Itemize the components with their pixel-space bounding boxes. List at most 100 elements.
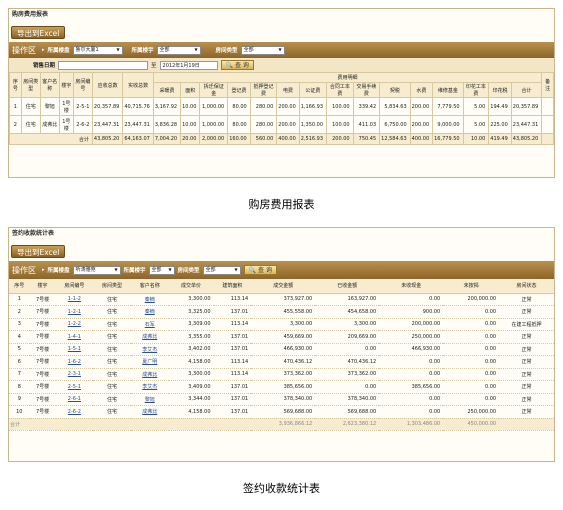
table-row: 9 7号楼 2-6-1 住宅 黎旭 3,344.00 137.01 378,340.00 378… — [9, 393, 554, 406]
building-select[interactable]: 全部 ▼ — [156, 45, 201, 55]
table-cell: 400.00 — [276, 133, 300, 145]
customer-link[interactable]: 秦楠 — [130, 293, 169, 306]
table-cell: 0.00 — [379, 355, 444, 369]
table-cell: 8 — [9, 380, 30, 394]
table-cell: 560.00 — [249, 133, 278, 145]
table-cell: 100.00 — [326, 97, 354, 116]
export-excel-button[interactable]: 导出到Excel — [11, 245, 66, 258]
customer-link[interactable]: 石军 — [130, 318, 169, 331]
operation-area-label: 操作区 — [12, 265, 36, 275]
room-number-link[interactable]: 1-1-2 — [55, 293, 94, 306]
col-header: 实收总数 — [122, 72, 154, 98]
table-cell: 3,836.28 — [152, 115, 182, 134]
table-cell: 1,166.93 — [298, 97, 328, 116]
table-cell: 113.14 — [213, 355, 252, 369]
table-cell: 正常 — [499, 293, 554, 306]
table-cell: 7号楼 — [29, 343, 56, 356]
table-cell: 466,930.00 — [251, 343, 316, 356]
customer-link[interactable]: 成弗比 — [130, 405, 169, 419]
date-to-input[interactable]: 2012年1月19日 — [159, 60, 218, 70]
room-number-link[interactable]: 2-3-1 — [55, 368, 94, 381]
table-cell: 1号楼 — [58, 97, 74, 116]
table-cell: 7 — [9, 368, 30, 381]
table-row: 10 7号楼 2-6-2 住宅 成弗比 4,158.00 137.01 569,688.00 5… — [9, 405, 554, 419]
customer-link[interactable]: 李艾杰 — [130, 343, 169, 356]
room-type-select[interactable]: 全部 ▼ — [202, 265, 241, 275]
room-number-link[interactable]: 2-6-1 — [55, 393, 94, 406]
table-cell: 3,309.00 — [168, 318, 214, 331]
table-cell: 113.14 — [213, 368, 252, 381]
table-cell: 200.00 — [276, 115, 300, 134]
table-cell: 43,805.20 — [91, 133, 124, 145]
col-header: 合同工本费 — [326, 82, 354, 98]
table-cell: 10.00 — [462, 133, 490, 145]
col-header: 未按揭 — [443, 279, 500, 294]
query-button[interactable]: 🔍 查 询 — [243, 265, 277, 275]
customer-link[interactable]: 黎旭 — [130, 393, 169, 406]
table-cell: 住宅 — [93, 405, 131, 419]
table-cell: 339.42 — [352, 97, 381, 116]
table-cell: 正常 — [499, 305, 554, 319]
table-cell: 2 — [9, 115, 22, 134]
arrow-icon: ▸ — [42, 267, 45, 273]
room-number-link[interactable]: 1-2-1 — [55, 305, 94, 319]
table-cell: 80.00 — [227, 115, 251, 134]
table-cell: 0.00 — [315, 380, 380, 394]
table-cell: 2 — [9, 305, 30, 319]
table-cell: 400.00 — [409, 133, 434, 145]
table-cell: 250,000.00 — [443, 405, 500, 419]
col-header: 抵押登记费 — [249, 82, 278, 98]
operation-area-label: 操作区 — [12, 45, 36, 55]
table-cell: 23,447.31 — [91, 115, 124, 134]
project-select[interactable]: 听涛雅苑 ▼ — [72, 265, 121, 275]
table-row: 7 7号楼 2-3-1 住宅 成弗比 3,300.00 113.14 373,362.00 37… — [9, 368, 554, 381]
table-cell: 900.00 — [379, 305, 444, 319]
table-cell: 2,516.93 — [298, 133, 328, 145]
arrow-icon: ▸ — [42, 47, 45, 53]
table-cell: 3,355.00 — [168, 330, 214, 344]
contract-table: 序号 楼宇 房间编号 房间类型 客户名称 成交单价 建筑面积 成交金额 已收金额 未收现金 未按揭房… — [9, 279, 554, 431]
building-select[interactable]: 全部 ▼ — [148, 265, 175, 275]
customer-link[interactable]: 秦楠 — [130, 305, 169, 319]
table-cell: 137.01 — [213, 393, 252, 406]
project-select[interactable]: 鲁尔大厦1 ▼ — [72, 45, 123, 55]
col-header: 水费 — [409, 82, 434, 98]
table-cell: 40,715.76 — [122, 97, 154, 116]
table-cell: 3,936,866.12 — [251, 418, 316, 431]
table-cell: 163,927.00 — [315, 293, 380, 306]
table-cell: 43,805.20 — [510, 133, 543, 145]
room-number-link[interactable]: 1-6-2 — [55, 355, 94, 369]
room-type-select[interactable]: 全部 ▼ — [240, 45, 285, 55]
col-header: 面积 — [180, 82, 201, 98]
room-number-link[interactable]: 1-5-1 — [55, 343, 94, 356]
room-number-link[interactable]: 2-5-1 — [55, 380, 94, 394]
table-cell: 459,669.00 — [251, 330, 316, 344]
customer-link[interactable]: 成弗比 — [130, 368, 169, 381]
table-cell: 466,930.00 — [379, 343, 444, 356]
customer-link[interactable]: 成弗比 — [130, 330, 169, 344]
table-cell: 194.49 — [488, 97, 512, 116]
room-number-link[interactable]: 1-4-1 — [55, 330, 94, 344]
table-cell: 住宅 — [20, 115, 41, 134]
date-from-input[interactable] — [58, 60, 149, 70]
table-cell: 0.00 — [443, 343, 500, 356]
room-type-label: 房间类型 — [215, 48, 238, 54]
query-button[interactable]: 🔍 查 询 — [220, 60, 254, 70]
table-cell: 454,658.00 — [315, 305, 380, 319]
room-number-link[interactable]: 1-2-2 — [55, 318, 94, 331]
table-cell: 0.00 — [379, 393, 444, 406]
table-cell: 385,656.00 — [379, 380, 444, 394]
table-cell: 20.00 — [180, 133, 201, 145]
table-cell: 100.00 — [326, 115, 354, 134]
table-cell: 419.49 — [488, 133, 512, 145]
table-cell: 3,300.00 — [251, 318, 316, 331]
room-number-link[interactable]: 2-6-2 — [55, 405, 94, 419]
export-excel-button[interactable]: 导出到Excel — [11, 26, 66, 39]
col-header: 备注 — [541, 72, 554, 98]
table-cell: 7号楼 — [29, 380, 56, 394]
customer-link[interactable]: 李艾杰 — [130, 380, 169, 394]
table-cell: 7号楼 — [29, 305, 56, 319]
customer-link[interactable]: 夏广明 — [130, 355, 169, 369]
table-cell: 7号楼 — [29, 368, 56, 381]
table-cell: 正常 — [499, 393, 554, 406]
